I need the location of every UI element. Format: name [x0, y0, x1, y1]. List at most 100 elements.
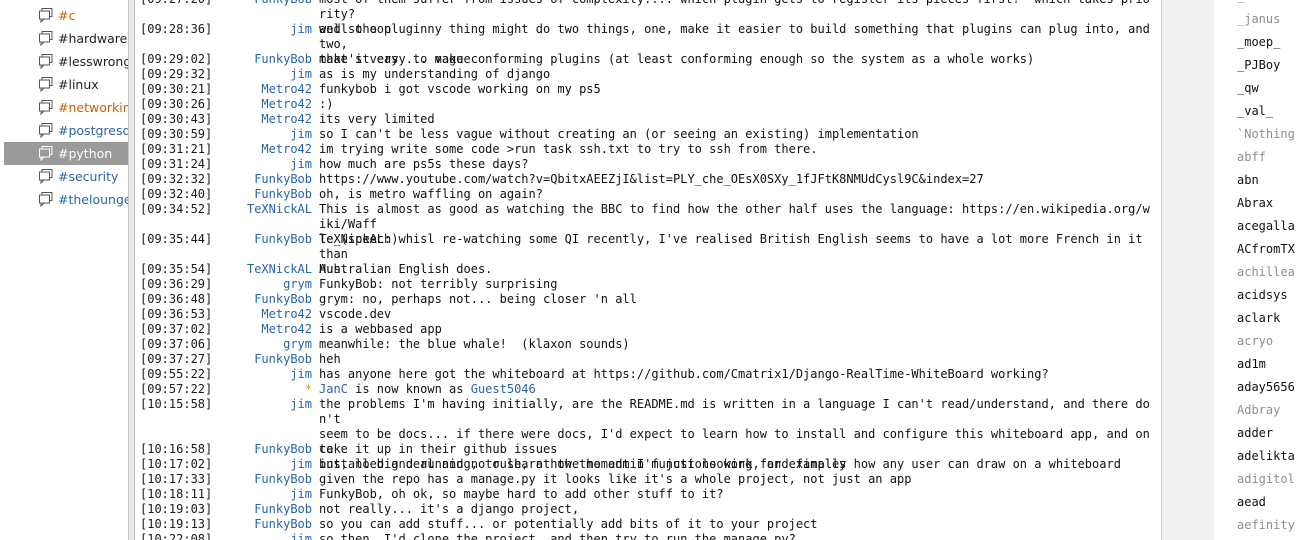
message-nick[interactable]: jim	[205, 532, 312, 540]
chat-bubble-icon	[38, 53, 54, 70]
user-list-item[interactable]: Abrax	[1237, 196, 1273, 210]
channel-item-lesswrong[interactable]: #lesswrong	[4, 50, 128, 73]
user-list-item[interactable]: _val_	[1237, 104, 1273, 118]
message-nick[interactable]: FunkyBob	[205, 517, 312, 532]
message-text: FunkyBob, oh ok, so maybe hard to add ot…	[319, 487, 1157, 502]
user-list-item[interactable]: adelikta	[1237, 449, 1295, 463]
channel-item-networking[interactable]: #networking	[4, 96, 128, 119]
user-list-item[interactable]: adder	[1237, 426, 1273, 440]
message-timestamp: [09:35:54]	[140, 262, 213, 276]
user-list-item[interactable]: acegalla	[1237, 219, 1295, 233]
message-nick[interactable]: FunkyBob	[205, 442, 312, 457]
message-timestamp: [10:17:33]	[140, 472, 213, 486]
message-nick[interactable]: Metro42	[205, 142, 312, 157]
message-timestamp: [10:18:11]	[140, 487, 213, 501]
user-list-item[interactable]: _huh	[1237, 0, 1266, 3]
message-nick[interactable]: jim	[205, 457, 312, 472]
user-list-item[interactable]: aclark	[1237, 311, 1280, 325]
message-text: but, no big deal and no rush, at the mom…	[319, 457, 1157, 472]
message-nick[interactable]: jim	[205, 127, 312, 142]
message-text: has anyone here got the whiteboard at ht…	[319, 367, 1157, 382]
chat-bubble-icon	[38, 76, 54, 93]
channel-label: #security	[58, 169, 119, 184]
message-nick[interactable]: grym	[205, 337, 312, 352]
message-nick[interactable]: Metro42	[205, 307, 312, 322]
user-list-item[interactable]: aead	[1237, 495, 1266, 509]
user-list-item[interactable]: ad1m	[1237, 357, 1266, 371]
message-text: so you can add stuff... or potentially a…	[319, 517, 1157, 532]
message-text: so then, I'd clone the project, and then…	[319, 532, 1157, 540]
user-list-item[interactable]: Adbray	[1237, 403, 1280, 417]
message-line: so then, I'd clone the project, and then…	[319, 532, 796, 540]
message-line: not really... it's a django project,	[319, 502, 580, 516]
message-nick[interactable]: Metro42	[205, 97, 312, 112]
channel-item-linux[interactable]: #linux	[4, 73, 128, 96]
message-nick[interactable]: jim	[205, 67, 312, 82]
message-nick[interactable]: TeXNickAL	[205, 262, 312, 277]
message-timestamp: [09:31:24]	[140, 157, 213, 171]
message-nick[interactable]: jim	[205, 157, 312, 172]
user-list-item[interactable]: abn	[1237, 173, 1259, 187]
user-list-item[interactable]: achillea	[1237, 265, 1295, 279]
channel-item-c[interactable]: #c	[4, 4, 128, 27]
channel-item-postgresql[interactable]: #postgresql	[4, 119, 128, 142]
message-nick[interactable]: FunkyBob	[205, 172, 312, 187]
old-nick[interactable]: JanC	[319, 382, 348, 396]
scrollbar[interactable]	[1161, 0, 1215, 540]
message-nick[interactable]: Metro42	[205, 322, 312, 337]
user-list-item[interactable]: ACfromTX	[1237, 242, 1295, 256]
message-nick[interactable]: grym	[205, 277, 312, 292]
message-nick[interactable]: FunkyBob	[205, 187, 312, 202]
chat-log[interactable]: [09:27:20]FunkyBobmost of them suffer fr…	[135, 0, 1161, 540]
message-nick[interactable]: FunkyBob	[205, 0, 312, 7]
message-timestamp: [09:36:53]	[140, 307, 213, 321]
message-line: given the repo has a manage.py it looks …	[319, 472, 912, 486]
message-nick[interactable]: FunkyBob	[205, 352, 312, 367]
message-text: :)	[319, 97, 1157, 112]
user-list-item[interactable]: _moep_	[1237, 35, 1280, 49]
message-row: [10:17:02] jim but, no big deal and no rus…	[135, 457, 1161, 472]
message-row: [09:37:02] Metro42 is a webbased app	[135, 322, 1161, 337]
new-nick[interactable]: Guest5046	[471, 382, 536, 396]
channel-item-security[interactable]: #security	[4, 165, 128, 188]
channel-item-python[interactable]: #python	[4, 142, 128, 165]
message-nick[interactable]: FunkyBob	[205, 232, 312, 247]
message-row: [10:15:58] jim the problems I'm having ini…	[135, 397, 1161, 471]
user-list-item[interactable]: acidsys	[1237, 288, 1288, 302]
message-nick[interactable]: FunkyBob	[205, 472, 312, 487]
user-list-item[interactable]: _PJBoy	[1237, 58, 1280, 72]
message-text: take it up in their github issues	[319, 442, 1157, 457]
message-row: [09:57:22] * JanC is now known as Guest504…	[135, 382, 1161, 397]
user-list-item[interactable]: `Nothing	[1237, 127, 1295, 141]
user-list-item[interactable]: _qw	[1237, 81, 1259, 95]
user-list-item[interactable]: _janus	[1237, 12, 1280, 26]
user-list-item[interactable]: aefinity	[1237, 518, 1295, 532]
message-nick[interactable]: FunkyBob	[205, 52, 312, 67]
message-nick[interactable]: Metro42	[205, 82, 312, 97]
message-nick[interactable]: *	[205, 382, 312, 397]
user-list-item[interactable]: adigitol	[1237, 472, 1295, 486]
message-nick[interactable]: FunkyBob	[205, 502, 312, 517]
message-nick[interactable]: TeXNickAL	[205, 202, 312, 217]
message-nick[interactable]: FunkyBob	[205, 292, 312, 307]
message-line: :)	[319, 97, 334, 111]
message-text: grym: no, perhaps not... being closer 'n…	[319, 292, 1157, 307]
message-row: [09:28:36] jim well the pluginny thing mig…	[135, 22, 1161, 66]
message-nick[interactable]: Metro42	[205, 112, 312, 127]
message-nick[interactable]: jim	[205, 487, 312, 502]
message-timestamp: [09:37:27]	[140, 352, 213, 366]
message-nick[interactable]: jim	[205, 367, 312, 382]
message-nick[interactable]: jim	[205, 397, 312, 412]
message-text: not really... it's a django project,	[319, 502, 1157, 517]
message-row: [09:31:24] jim how much are ps5s these day…	[135, 157, 1161, 172]
user-list-item[interactable]: abff	[1237, 150, 1266, 164]
user-list-item[interactable]: acryo	[1237, 334, 1273, 348]
channel-item-hardware[interactable]: #hardware	[4, 27, 128, 50]
channel-label: #networking	[58, 100, 128, 115]
message-nick[interactable]: jim	[205, 22, 312, 37]
channel-item-thelounge[interactable]: #thelounge	[4, 188, 128, 211]
message-line: FunkyBob, oh ok, so maybe hard to add ot…	[319, 487, 724, 501]
message-row: [09:30:59] jim so I can't be less vague wi…	[135, 127, 1161, 142]
message-line: Huh.	[319, 262, 348, 276]
user-list-item[interactable]: aday5656	[1237, 380, 1295, 394]
